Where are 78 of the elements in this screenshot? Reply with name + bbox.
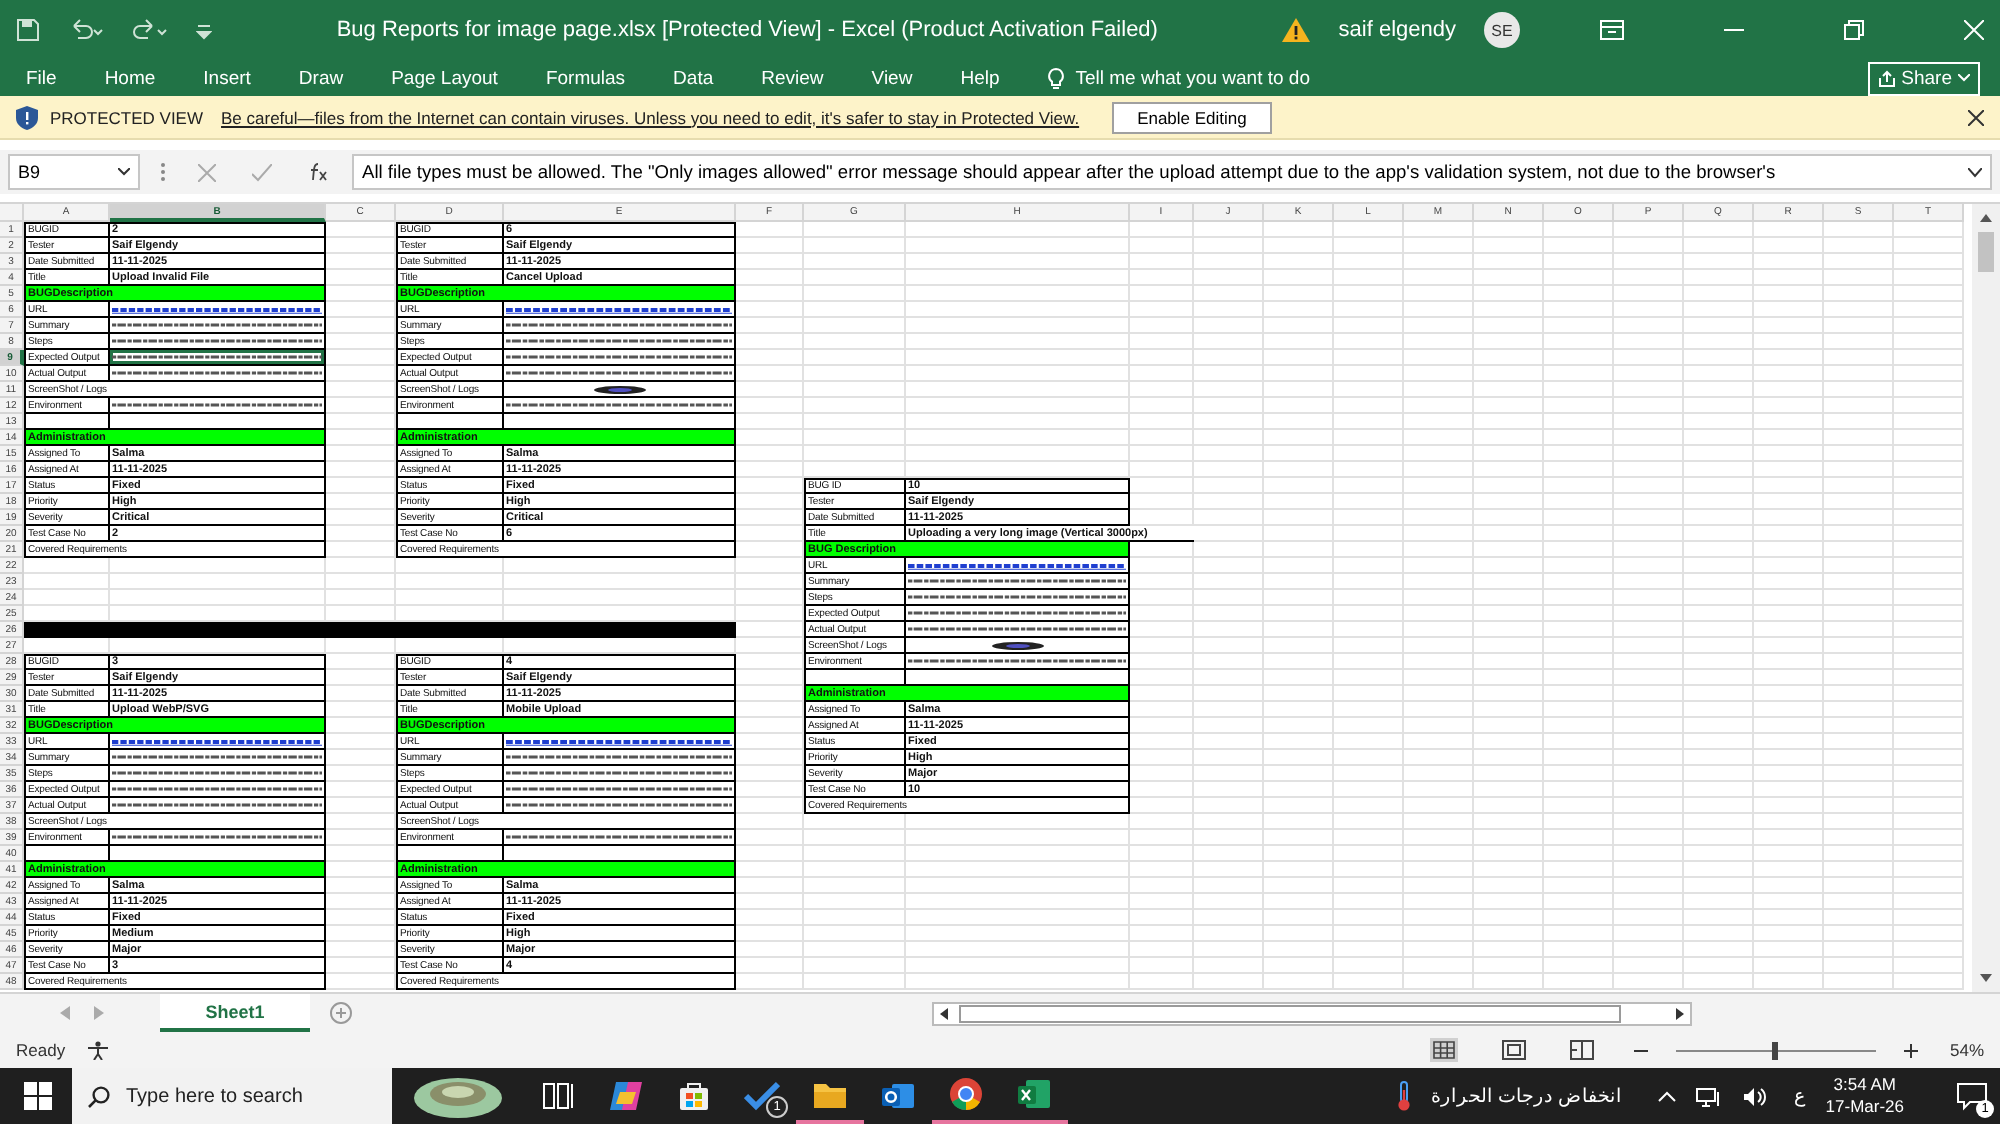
window-title: Bug Reports for image page.xlsx [Protected View] - Excel (Product Activation Failed) (334, 18, 1160, 42)
warning-icon (1282, 18, 1311, 42)
share-icon (1877, 69, 1896, 87)
name-box-value: B9 (18, 162, 41, 182)
tell-me-search[interactable]: Tell me what you want to do (1075, 67, 1310, 89)
quick-access-menu-icon[interactable] (196, 20, 212, 40)
clock-date[interactable]: 17-Mar-26 (1825, 1096, 1904, 1118)
spreadsheet-app-icon (1016, 1076, 1052, 1112)
thermometer-icon[interactable] (1395, 1080, 1411, 1112)
close-icon[interactable] (1968, 109, 1984, 125)
insert-function-icon[interactable] (308, 162, 328, 182)
colorful-app-icon (608, 1078, 644, 1114)
input-language[interactable]: ع (1793, 1084, 1806, 1108)
menu-tab[interactable]: Draw (298, 67, 344, 89)
page-layout-view-icon[interactable] (1501, 1040, 1526, 1060)
share-button[interactable]: Share (1867, 61, 1980, 95)
menu-tab[interactable]: Help (960, 67, 1000, 89)
screenshot-thumbnail-icon (991, 641, 1043, 649)
search-icon (88, 1085, 110, 1107)
volume-icon[interactable] (1741, 1085, 1766, 1107)
restore-icon[interactable] (1844, 20, 1864, 40)
formula-text: All file types must be allowed. The "Only images allowed" error message should appear after the upload attempt due to the app's validation system, not due to the browser's (362, 162, 1776, 182)
menu-tab[interactable]: Page Layout (391, 67, 498, 89)
name-box[interactable]: B9 (8, 154, 140, 190)
value-cell[interactable] (110, 302, 326, 318)
menu-tab[interactable]: Formulas (545, 67, 626, 89)
add-sheet-icon[interactable] (330, 1002, 352, 1024)
undo-icon[interactable] (68, 18, 104, 42)
browser-icon (948, 1076, 984, 1112)
windows-logo-icon[interactable] (24, 1082, 52, 1110)
warning-link[interactable]: Be careful—files from the Internet can contain viruses. Unless you need to edit, it's safer to stay in Protected View. (221, 107, 1080, 127)
store-icon (676, 1078, 712, 1114)
menu-tab[interactable]: Review (761, 67, 824, 89)
network-icon[interactable] (1695, 1085, 1722, 1107)
taskbar-search-field[interactable]: Type here to search (72, 1068, 392, 1124)
expand-icon[interactable] (1968, 167, 1982, 177)
value-cell[interactable] (504, 382, 736, 398)
caret-icon (1958, 74, 1970, 82)
zoom-slider-thumb[interactable] (1772, 1041, 1779, 1059)
value-cell[interactable] (504, 302, 736, 318)
lightbulb-icon (1047, 67, 1064, 89)
task-view-icon (540, 1078, 576, 1114)
clock-time[interactable]: 3:54 AM (1833, 1074, 1896, 1096)
sheet-tab[interactable]: Sheet1 (160, 994, 310, 1032)
protected-view-label: PROTECTED VIEW (50, 107, 204, 127)
user-name[interactable]: saif elgendy (1338, 18, 1456, 42)
ribbon-display-icon[interactable] (1600, 20, 1624, 40)
normal-view-icon[interactable] (1429, 1038, 1458, 1062)
caret-icon[interactable] (118, 168, 130, 176)
menu-tab[interactable]: Insert (203, 67, 251, 89)
more-options-icon[interactable] (160, 162, 166, 182)
value-cell[interactable] (906, 558, 1130, 574)
enable-editing-button[interactable]: Enable Editing (1111, 101, 1273, 133)
accessibility-icon[interactable] (85, 1040, 110, 1060)
weather-text[interactable]: انخفاض درجات الحرارة (1431, 1084, 1622, 1108)
value-cell[interactable] (906, 638, 1130, 654)
page-break-view-icon[interactable] (1569, 1040, 1594, 1060)
menu-tab[interactable]: Data (673, 67, 714, 89)
menu-tab[interactable]: File (26, 67, 57, 89)
value-cell[interactable] (504, 734, 736, 750)
save-icon[interactable] (16, 18, 40, 42)
shield-icon (16, 105, 38, 129)
menu-tab[interactable]: View (871, 67, 913, 89)
search-placeholder: Type here to search (126, 1085, 303, 1107)
chevron-up-icon[interactable] (1657, 1090, 1676, 1102)
zoom-in-icon[interactable] (1903, 1043, 1918, 1057)
zoom-level[interactable]: 54% (1949, 1040, 1984, 1060)
notification-icon (1956, 1080, 1988, 1112)
mail-app-icon (880, 1078, 916, 1114)
formula-field[interactable]: All file types must be allowed. The "Only images allowed" error message should appear after the upload attempt due to the app's validation system, not due to the browser's (352, 154, 1992, 190)
user-avatar[interactable]: SE (1484, 12, 1520, 48)
horizontal-scrollbar-drawing[interactable] (932, 1001, 1692, 1025)
screenshot-thumbnail-icon (593, 385, 645, 393)
checkmark-app-icon (744, 1078, 780, 1114)
status-text: Ready (16, 1040, 66, 1060)
redo-icon[interactable] (132, 18, 168, 42)
value-cell[interactable] (110, 734, 326, 750)
menu-tab[interactable]: Home (104, 67, 156, 89)
